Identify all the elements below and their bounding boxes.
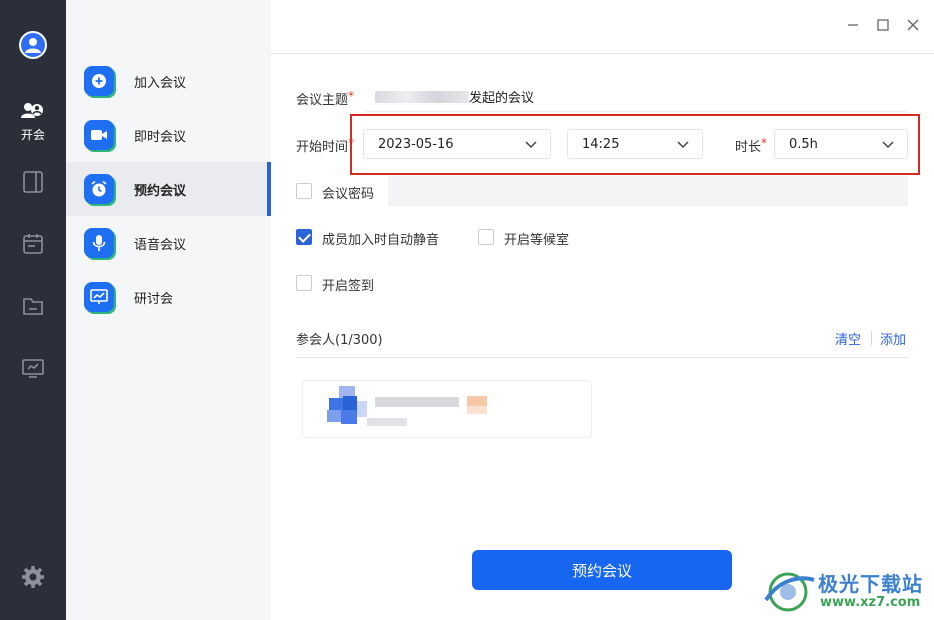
waiting-room-checkbox[interactable] [478, 229, 494, 245]
clear-attendees-link[interactable]: 清空 [835, 329, 861, 348]
start-time-label: 开始时间* [296, 136, 355, 155]
watermark: 极光下载站 www.xz7.com [758, 566, 928, 614]
type-join-meeting[interactable]: 加入会议 [66, 54, 271, 108]
video-icon [84, 120, 114, 150]
topic-input[interactable]: 发起的会议 [365, 82, 907, 112]
type-instant-meeting[interactable]: 即时会议 [66, 108, 271, 162]
type-scheduled-meeting[interactable]: 预约会议 [66, 162, 271, 216]
watermark-logo [764, 572, 815, 612]
attendee-avatar [327, 386, 487, 426]
type-seminar-label: 研讨会 [134, 291, 174, 307]
left-rail: 开会 [0, 0, 66, 620]
watermark-url: www.xz7.com [820, 595, 921, 610]
maximize-button[interactable] [872, 14, 894, 36]
nav-screen[interactable] [0, 356, 66, 380]
attendee-card[interactable] [302, 380, 592, 438]
attendees-divider [296, 357, 908, 358]
maximize-icon [877, 19, 889, 31]
minimize-icon [848, 24, 858, 26]
close-icon [907, 19, 919, 31]
type-instant-label: 即时会议 [134, 129, 187, 145]
user-avatar[interactable] [19, 31, 47, 59]
mute-checkbox[interactable] [296, 229, 312, 245]
password-checkbox[interactable] [296, 183, 312, 199]
presentation-icon [84, 282, 114, 312]
waiting-room-label: 开启等候室 [504, 233, 570, 248]
nav-tablet[interactable] [0, 170, 66, 194]
meeting-type-list: 加入会议 即时会议 预约会议 语音会议 研讨会 [66, 0, 271, 620]
redacted-name [375, 90, 469, 103]
type-join-label: 加入会议 [134, 75, 187, 91]
header-divider [271, 53, 934, 54]
nav-folder[interactable] [0, 294, 66, 318]
password-label: 会议密码 [322, 187, 375, 202]
nav-meeting-label: 开会 [20, 128, 45, 142]
nav-settings[interactable] [0, 564, 66, 590]
type-seminar[interactable]: 研讨会 [66, 270, 271, 324]
minimize-button[interactable] [842, 14, 864, 36]
type-voice-meeting[interactable]: 语音会议 [66, 216, 271, 270]
people-icon [19, 100, 47, 122]
nav-calendar[interactable] [0, 232, 66, 256]
screen-icon [21, 356, 45, 380]
watermark-title: 极光下载站 [818, 572, 923, 596]
signin-label: 开启签到 [322, 279, 375, 294]
folder-icon [21, 294, 45, 318]
microphone-icon [84, 228, 114, 258]
alarm-clock-icon [84, 174, 114, 204]
tablet-icon [21, 170, 45, 194]
link-separator [871, 331, 872, 345]
settings-icon [20, 564, 46, 590]
password-input[interactable] [388, 176, 908, 206]
required-mark: * [348, 89, 355, 103]
schedule-meeting-button[interactable]: 预约会议 [472, 550, 732, 590]
topic-value: 发起的会议 [469, 91, 535, 106]
attendees-title: 参会人(1/300) [296, 333, 383, 348]
plus-icon [84, 66, 114, 96]
add-attendee-link[interactable]: 添加 [880, 329, 906, 348]
close-button[interactable] [902, 14, 924, 36]
mute-label: 成员加入时自动静音 [322, 233, 440, 248]
type-voice-label: 语音会议 [134, 237, 187, 253]
type-scheduled-label: 预约会议 [134, 183, 187, 199]
signin-checkbox[interactable] [296, 275, 312, 291]
highlight-box [350, 114, 920, 175]
calendar-icon [21, 232, 45, 256]
topic-label: 会议主题* [296, 89, 355, 108]
nav-meeting[interactable]: 开会 [0, 100, 66, 143]
